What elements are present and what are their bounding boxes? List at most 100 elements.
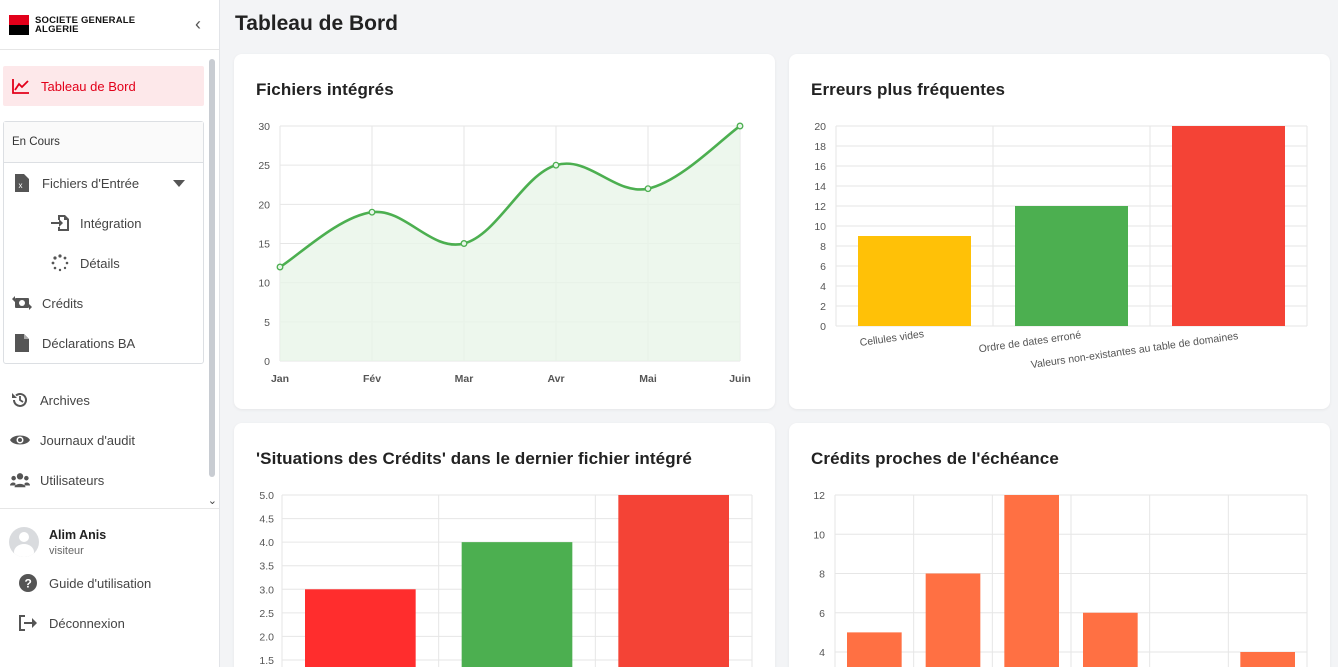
y-tick-label: 15 [258,239,270,251]
y-tick-label: 6 [820,261,826,273]
sidebar-item-dashboard[interactable]: Tableau de Bord [3,66,204,106]
y-tick-label: 4 [819,647,825,659]
y-tick-label: 4.0 [259,537,274,549]
data-point [460,240,468,247]
y-tick-label: 3.5 [259,561,274,573]
bar [1083,612,1138,667]
sidebar-item-utilisateurs[interactable]: Utilisateurs [0,460,220,500]
sign-out-icon [18,613,38,633]
area-fill [280,126,740,361]
y-tick-label: 5.0 [259,490,274,502]
bar [305,589,416,667]
avatar [9,527,39,557]
sidebar-item-label: Utilisateurs [40,472,105,488]
svg-text:?: ? [25,577,32,591]
line-chart-icon [11,76,31,96]
card-fichiers-integres: Fichiers intégrés 0 5 10 15 20 25 30 Jan Fév Mar A… [234,54,775,409]
y-tick-label: 20 [814,121,826,133]
user-role: visiteur [49,544,84,557]
chart-credits-echeance: 4 6 8 10 12 [813,490,1308,667]
sidebar-item-label: Crédits [42,295,84,311]
sidebar-item-archives[interactable]: Archives [0,380,220,420]
logout-label: Déconnexion [49,615,125,631]
x-tick-label: Cellules vides [859,328,925,349]
sidebar-item-label: Fichiers d'Entrée [42,175,140,191]
data-point [368,208,376,216]
y-tick-label: 2.5 [259,608,274,620]
user-profile[interactable]: Alim Anis visiteur [0,525,220,559]
scroll-down-icon[interactable]: ⌄ [208,494,217,507]
y-tick-label: 10 [258,278,270,290]
bar [618,495,729,667]
chevron-down-icon[interactable] [173,179,185,187]
bar [1240,652,1295,667]
bar [847,632,902,667]
logout-link[interactable]: Déconnexion [0,603,220,643]
users-icon [10,470,30,490]
y-tick-label: 16 [814,161,826,173]
page-title: Tableau de Bord [235,12,398,35]
sidebar-item-label: Archives [40,392,90,408]
y-tick-label: 12 [813,490,825,502]
group-en-cours: En Cours x Fichiers d'Entrée Intégration… [3,121,204,364]
y-tick-label: 2.0 [259,631,274,643]
guide-link[interactable]: ? Guide d'utilisation [0,563,220,603]
y-tick-label: 10 [814,221,826,233]
sidebar-item-fichiers[interactable]: x Fichiers d'Entrée [4,163,203,203]
brand-logo [9,14,29,35]
money-exchange-icon [12,293,32,313]
x-tick-label: Juin [729,373,751,385]
bar [461,542,573,667]
card-erreurs: Erreurs plus fréquentes 0 2 4 6 8 10 12 14 16 18 2… [789,54,1330,409]
chart-fichiers-integres: 0 5 10 15 20 25 30 Jan Fév Mar Avr Mai Juin [258,121,751,385]
sidebar-item-declarations[interactable]: Déclarations BA [4,323,203,363]
bar [1015,206,1128,326]
y-tick-label: 4 [820,281,826,293]
sidebar-scrollbar[interactable] [209,59,215,477]
collapse-sidebar-icon[interactable]: ‹ [195,14,201,35]
data-point [736,122,744,130]
data-point [276,263,284,271]
svg-text:x: x [19,181,23,190]
y-tick-label: 6 [819,608,825,620]
brand-header: SOCIETE GENERALE ALGERIE ‹ [0,0,219,50]
y-tick-label: 10 [813,529,825,541]
sidebar-item-credits[interactable]: Crédits [4,283,203,323]
x-tick-label: Avr [547,373,564,385]
y-tick-label: 3.0 [259,584,274,596]
sidebar-item-details[interactable]: Détails [4,243,203,283]
sidebar-item-label: Intégration [80,215,142,231]
y-tick-label: 12 [814,201,826,213]
y-tick-label: 8 [819,569,825,581]
sidebar-item-label: Déclarations BA [42,335,136,351]
excel-file-icon: x [12,173,32,193]
y-tick-label: 4.5 [259,514,274,526]
group-title: En Cours [4,122,203,163]
chart-situations-credits: 5.0 4.5 4.0 3.5 3.0 2.5 2.0 1.5 [259,490,753,667]
card-situations-credits: 'Situations des Crédits' dans le dernier… [234,423,775,667]
y-tick-label: 18 [814,141,826,153]
history-icon [10,390,30,410]
sidebar-item-label: Détails [80,255,120,271]
bar [1004,495,1059,667]
brand-name: SOCIETE GENERALE ALGERIE [35,15,135,35]
user-block: Alim Anis visiteur ? Guide d'utilisation… [0,508,220,643]
y-tick-label: 20 [258,199,270,211]
data-point [644,185,652,193]
sidebar-item-integration[interactable]: Intégration [4,203,203,243]
bar [1172,126,1285,326]
bar [925,573,981,667]
sidebar-item-journaux[interactable]: Journaux d'audit [0,420,220,460]
y-tick-label: 14 [814,181,826,193]
sidebar: SOCIETE GENERALE ALGERIE ‹ Tableau de Bo… [0,0,220,667]
spinner-icon [50,253,70,273]
brand-line2: ALGERIE [35,23,79,35]
chart-erreurs: 0 2 4 6 8 10 12 14 16 18 20 Cellules vides Ordre de … [814,121,1308,371]
question-circle-icon: ? [18,573,38,593]
sidebar-item-label: Journaux d'audit [40,432,135,448]
x-tick-label: Mai [639,373,657,385]
y-tick-label: 25 [258,160,270,172]
y-tick-label: 5 [264,317,270,329]
x-tick-label: Fév [363,373,381,385]
x-tick-label: Jan [271,373,289,385]
